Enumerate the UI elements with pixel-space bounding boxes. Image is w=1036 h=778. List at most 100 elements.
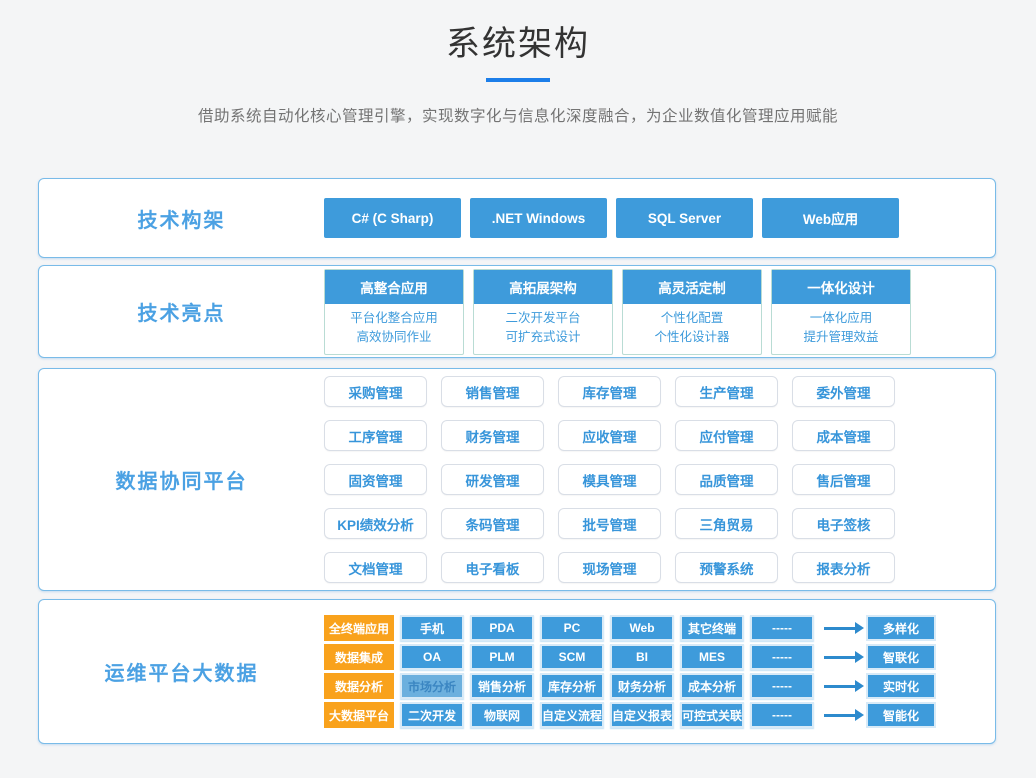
highlight-card-line: 提升管理效益	[772, 328, 910, 347]
ops-item-button[interactable]: -----	[750, 702, 814, 728]
section-ops-platform: 运维平台大数据 全终端应用手机PDAPCWeb其它终端-----多样化数据集成O…	[38, 599, 996, 744]
section-label-tech-highlights: 技术亮点	[39, 266, 324, 357]
page-subtitle: 借助系统自动化核心管理引擎，实现数字化与信息化深度融合，为企业数值化管理应用赋能	[0, 104, 1036, 126]
ops-item-button[interactable]: -----	[750, 644, 814, 670]
module-button[interactable]: 财务管理	[441, 420, 544, 451]
ops-item-button[interactable]: SCM	[540, 644, 604, 670]
module-button[interactable]: 预警系统	[675, 552, 778, 583]
highlight-card-title: 一体化设计	[772, 270, 910, 304]
ops-platform-rows: 全终端应用手机PDAPCWeb其它终端-----多样化数据集成OAPLMSCMB…	[324, 600, 936, 743]
ops-item-button[interactable]: 成本分析	[680, 673, 744, 699]
ops-row: 数据集成OAPLMSCMBIMES----- 智联化	[324, 644, 936, 670]
module-button[interactable]: 应付管理	[675, 420, 778, 451]
ops-row: 大数据平台二次开发物联网自定义流程自定义报表可控式关联----- 智能化	[324, 702, 936, 728]
module-button[interactable]: 销售管理	[441, 376, 544, 407]
highlight-card-body: 平台化整合应用高效协同作业	[325, 304, 463, 354]
ops-item-button[interactable]: 二次开发	[400, 702, 464, 728]
ops-item-button[interactable]: MES	[680, 644, 744, 670]
ops-item-button[interactable]: 其它终端	[680, 615, 744, 641]
ops-item-button[interactable]: PC	[540, 615, 604, 641]
module-button[interactable]: 生产管理	[675, 376, 778, 407]
highlight-card-title: 高灵活定制	[623, 270, 761, 304]
module-button[interactable]: 应收管理	[558, 420, 661, 451]
highlight-card-body: 一体化应用提升管理效益	[772, 304, 910, 354]
highlight-card-line: 一体化应用	[772, 309, 910, 328]
module-button[interactable]: 电子看板	[441, 552, 544, 583]
section-tech-highlights: 技术亮点 高整合应用平台化整合应用高效协同作业高拓展架构二次开发平台可扩充式设计…	[38, 265, 996, 358]
ops-item-button[interactable]: PLM	[470, 644, 534, 670]
tech-framework-button[interactable]: Web应用	[762, 198, 899, 238]
ops-item-button[interactable]: 物联网	[470, 702, 534, 728]
module-button[interactable]: 三角贸易	[675, 508, 778, 539]
ops-item-button[interactable]: PDA	[470, 615, 534, 641]
highlight-card: 高整合应用平台化整合应用高效协同作业	[324, 269, 464, 355]
highlight-card-line: 平台化整合应用	[325, 309, 463, 328]
ops-result-button[interactable]: 智联化	[866, 644, 936, 670]
arrow-right-icon	[824, 714, 856, 717]
highlight-card-line: 个性化配置	[623, 309, 761, 328]
highlight-card-line: 个性化设计器	[623, 328, 761, 347]
module-button[interactable]: 售后管理	[792, 464, 895, 495]
module-button[interactable]: 现场管理	[558, 552, 661, 583]
module-button[interactable]: 电子签核	[792, 508, 895, 539]
ops-item-button[interactable]: 自定义报表	[610, 702, 674, 728]
module-button[interactable]: 工序管理	[324, 420, 427, 451]
module-button[interactable]: 条码管理	[441, 508, 544, 539]
ops-result-button[interactable]: 实时化	[866, 673, 936, 699]
ops-item-button[interactable]: Web	[610, 615, 674, 641]
page: 系统架构 借助系统自动化核心管理引擎，实现数字化与信息化深度融合，为企业数值化管…	[0, 0, 1036, 126]
highlight-card: 高灵活定制个性化配置个性化设计器	[622, 269, 762, 355]
ops-item-button[interactable]: 可控式关联	[680, 702, 744, 728]
highlight-card-line: 二次开发平台	[474, 309, 612, 328]
tech-framework-button[interactable]: .NET Windows	[470, 198, 607, 238]
ops-item-button[interactable]: 手机	[400, 615, 464, 641]
ops-item-button[interactable]: 自定义流程	[540, 702, 604, 728]
tech-framework-button[interactable]: C# (C Sharp)	[324, 198, 461, 238]
highlight-card-title: 高整合应用	[325, 270, 463, 304]
ops-item-button[interactable]: 库存分析	[540, 673, 604, 699]
highlight-card-line: 高效协同作业	[325, 328, 463, 347]
module-button[interactable]: 成本管理	[792, 420, 895, 451]
module-button[interactable]: 委外管理	[792, 376, 895, 407]
ops-result-button[interactable]: 多样化	[866, 615, 936, 641]
highlight-card-body: 个性化配置个性化设计器	[623, 304, 761, 354]
title-underline	[486, 78, 550, 82]
module-button[interactable]: 报表分析	[792, 552, 895, 583]
ops-category-label: 数据集成	[324, 644, 394, 670]
tech-framework-buttons: C# (C Sharp).NET WindowsSQL ServerWeb应用	[324, 179, 899, 257]
ops-item-button[interactable]: -----	[750, 673, 814, 699]
tech-highlight-cards: 高整合应用平台化整合应用高效协同作业高拓展架构二次开发平台可扩充式设计高灵活定制…	[324, 266, 911, 357]
ops-item-button[interactable]: 财务分析	[610, 673, 674, 699]
ops-item-button[interactable]: 销售分析	[470, 673, 534, 699]
highlight-card-line: 可扩充式设计	[474, 328, 612, 347]
ops-item-button[interactable]: -----	[750, 615, 814, 641]
section-label-ops-platform: 运维平台大数据	[39, 600, 324, 743]
ops-item-button[interactable]: OA	[400, 644, 464, 670]
highlight-card-title: 高拓展架构	[474, 270, 612, 304]
module-button[interactable]: KPI绩效分析	[324, 508, 427, 539]
module-button[interactable]: 研发管理	[441, 464, 544, 495]
highlight-card: 高拓展架构二次开发平台可扩充式设计	[473, 269, 613, 355]
module-button[interactable]: 文档管理	[324, 552, 427, 583]
section-tech-framework: 技术构架 C# (C Sharp).NET WindowsSQL ServerW…	[38, 178, 996, 258]
ops-item-button[interactable]: 市场分析	[400, 673, 464, 699]
page-header: 系统架构 借助系统自动化核心管理引擎，实现数字化与信息化深度融合，为企业数值化管…	[0, 0, 1036, 126]
ops-category-label: 全终端应用	[324, 615, 394, 641]
highlight-card-body: 二次开发平台可扩充式设计	[474, 304, 612, 354]
ops-item-button[interactable]: BI	[610, 644, 674, 670]
tech-framework-button[interactable]: SQL Server	[616, 198, 753, 238]
arrow-right-icon	[824, 627, 856, 630]
ops-category-label: 大数据平台	[324, 702, 394, 728]
ops-result-button[interactable]: 智能化	[866, 702, 936, 728]
page-title: 系统架构	[0, 0, 1036, 64]
arrow-right-icon	[824, 685, 856, 688]
ops-category-label: 数据分析	[324, 673, 394, 699]
section-label-tech-framework: 技术构架	[39, 179, 324, 257]
module-button[interactable]: 模具管理	[558, 464, 661, 495]
module-button[interactable]: 批号管理	[558, 508, 661, 539]
module-button[interactable]: 采购管理	[324, 376, 427, 407]
module-button[interactable]: 库存管理	[558, 376, 661, 407]
module-button[interactable]: 品质管理	[675, 464, 778, 495]
section-label-data-platform: 数据协同平台	[39, 369, 324, 590]
module-button[interactable]: 固资管理	[324, 464, 427, 495]
